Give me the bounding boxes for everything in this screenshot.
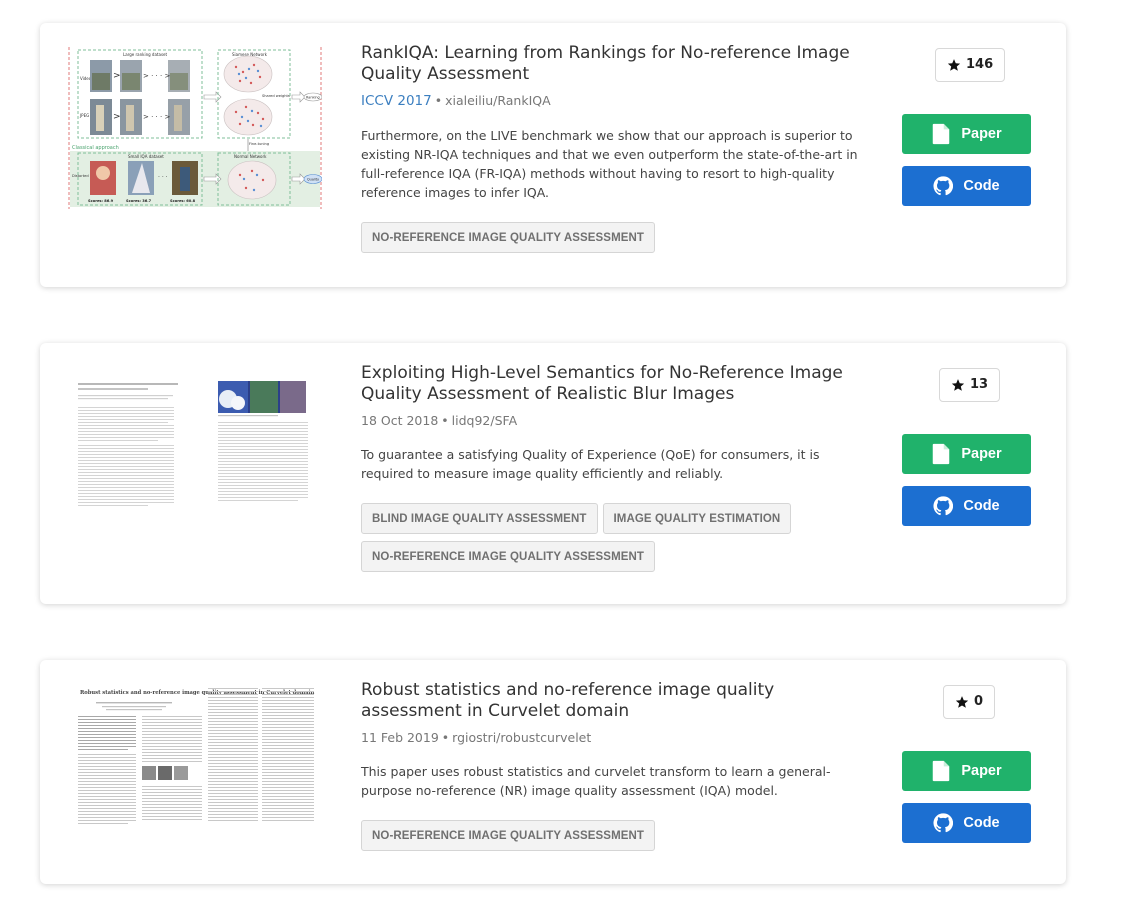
paper-abstract: Furthermore, on the LIVE benchmark we sh… <box>361 128 858 200</box>
paper-meta: ICCV 2017 • xialeiliu/RankIQA <box>361 93 871 109</box>
paper-card: Exploiting High-Level Semantics for No-R… <box>40 343 1066 604</box>
paper-button[interactable]: Paper <box>902 114 1031 154</box>
star-icon <box>951 379 965 391</box>
paper-title[interactable]: Exploiting High-Level Semantics for No-R… <box>361 363 871 405</box>
svg-text:Fine-tuning: Fine-tuning <box>249 142 269 146</box>
svg-text:Scores: 36.7: Scores: 36.7 <box>126 199 152 203</box>
svg-text:Normal Network: Normal Network <box>234 154 267 159</box>
star-count-value: 13 <box>970 377 989 392</box>
paper-page-preview: Robust statistics and no-reference image… <box>78 688 315 824</box>
paper-button-label: Paper <box>961 763 1002 779</box>
paper-meta: 18 Oct 2018 • lidq92/SFA <box>361 413 871 428</box>
venue-link[interactable]: ICCV 2017 <box>361 93 432 109</box>
svg-text:>: > <box>113 71 121 81</box>
code-button[interactable]: Code <box>902 166 1031 206</box>
svg-text:Small IQA dataset: Small IQA dataset <box>128 154 164 159</box>
paper-meta: 11 Feb 2019 • rgiostri/robustcurvelet <box>361 730 871 745</box>
paper-card: Robust statistics and no-reference image… <box>40 660 1066 884</box>
github-icon <box>933 496 954 516</box>
svg-text:> · · · >: > · · · > <box>143 113 170 121</box>
publication-date: 11 Feb 2019 <box>361 730 439 745</box>
tag-list: NO-REFERENCE IMAGE QUALITY ASSESSMENT <box>361 820 871 851</box>
svg-text:Video: Video <box>80 76 92 81</box>
task-tag[interactable]: IMAGE QUALITY ESTIMATION <box>602 503 792 534</box>
repo-name: xialeiliu/RankIQA <box>445 93 551 108</box>
star-count[interactable]: 13 <box>939 368 1001 402</box>
svg-text:>: > <box>113 112 121 122</box>
star-icon <box>947 59 961 71</box>
task-tag[interactable]: NO-REFERENCE IMAGE QUALITY ASSESSMENT <box>361 820 656 851</box>
star-count-value: 146 <box>966 57 994 72</box>
svg-text:JPEG: JPEG <box>79 113 89 118</box>
repo-name: lidq92/SFA <box>451 413 518 428</box>
paper-button-label: Paper <box>961 126 1002 142</box>
paper-button[interactable]: Paper <box>902 434 1031 474</box>
star-icon <box>955 696 969 708</box>
paper-title[interactable]: RankIQA: Learning from Rankings for No-r… <box>361 43 871 85</box>
svg-text:Large ranking dataset: Large ranking dataset <box>123 52 167 57</box>
paper-title[interactable]: Robust statistics and no-reference image… <box>361 680 871 722</box>
document-icon <box>933 123 950 145</box>
meta-separator: • <box>434 93 443 108</box>
star-count[interactable]: 0 <box>943 685 996 719</box>
paper-thumbnail[interactable]: Robust statistics and no-reference image… <box>68 686 322 838</box>
svg-text:Quality: Quality <box>307 178 319 182</box>
rankiqa-diagram-image: Large ranking dataset Video JPEG > > · ·… <box>68 47 322 209</box>
document-icon <box>933 760 950 782</box>
paper-card: Large ranking dataset Video JPEG > > · ·… <box>40 23 1066 287</box>
code-button[interactable]: Code <box>902 803 1031 843</box>
svg-text:Scores: 60.8: Scores: 60.8 <box>170 199 196 203</box>
svg-text:Scores: 86.9: Scores: 86.9 <box>88 199 114 203</box>
paper-button[interactable]: Paper <box>902 751 1031 791</box>
tag-list: NO-REFERENCE IMAGE QUALITY ASSESSMENT <box>361 222 871 253</box>
document-icon <box>933 443 950 465</box>
github-icon <box>933 176 954 196</box>
code-button-label: Code <box>963 178 1000 194</box>
paper-abstract: To guarantee a satisfying Quality of Exp… <box>361 447 820 481</box>
repo-name: rgiostri/robustcurvelet <box>452 730 592 745</box>
paper-thumbnail[interactable]: Large ranking dataset Video JPEG > > · ·… <box>68 47 322 209</box>
svg-text:Ranking: Ranking <box>306 96 320 100</box>
paper-content: Exploiting High-Level Semantics for No-R… <box>361 363 871 572</box>
paper-abstract: This paper uses robust statistics and cu… <box>361 764 831 798</box>
thumbnail-title-line: Robust statistics and no-reference image… <box>80 690 315 696</box>
paper-button-label: Paper <box>961 446 1002 462</box>
code-button[interactable]: Code <box>902 486 1031 526</box>
meta-separator: • <box>441 730 450 745</box>
svg-text:Classical approach: Classical approach <box>72 145 119 151</box>
svg-text:> · · · >: > · · · > <box>143 72 170 80</box>
code-button-label: Code <box>963 815 1000 831</box>
star-count-value: 0 <box>974 694 984 709</box>
paper-content: RankIQA: Learning from Rankings for No-r… <box>361 43 871 253</box>
paper-page-preview <box>78 381 308 506</box>
publication-date: 18 Oct 2018 <box>361 413 439 428</box>
github-icon <box>933 813 954 833</box>
svg-text:Shared weights: Shared weights <box>262 94 290 98</box>
code-button-label: Code <box>963 498 1000 514</box>
paper-content: Robust statistics and no-reference image… <box>361 680 871 851</box>
task-tag[interactable]: NO-REFERENCE IMAGE QUALITY ASSESSMENT <box>361 222 656 253</box>
task-tag[interactable]: BLIND IMAGE QUALITY ASSESSMENT <box>361 503 598 534</box>
svg-text:· · ·: · · · <box>158 174 168 181</box>
tag-list: BLIND IMAGE QUALITY ASSESSMENT IMAGE QUA… <box>361 503 871 572</box>
meta-separator: • <box>441 413 449 428</box>
star-count[interactable]: 146 <box>935 48 1006 82</box>
paper-thumbnail[interactable] <box>68 367 322 529</box>
task-tag[interactable]: NO-REFERENCE IMAGE QUALITY ASSESSMENT <box>361 541 656 572</box>
